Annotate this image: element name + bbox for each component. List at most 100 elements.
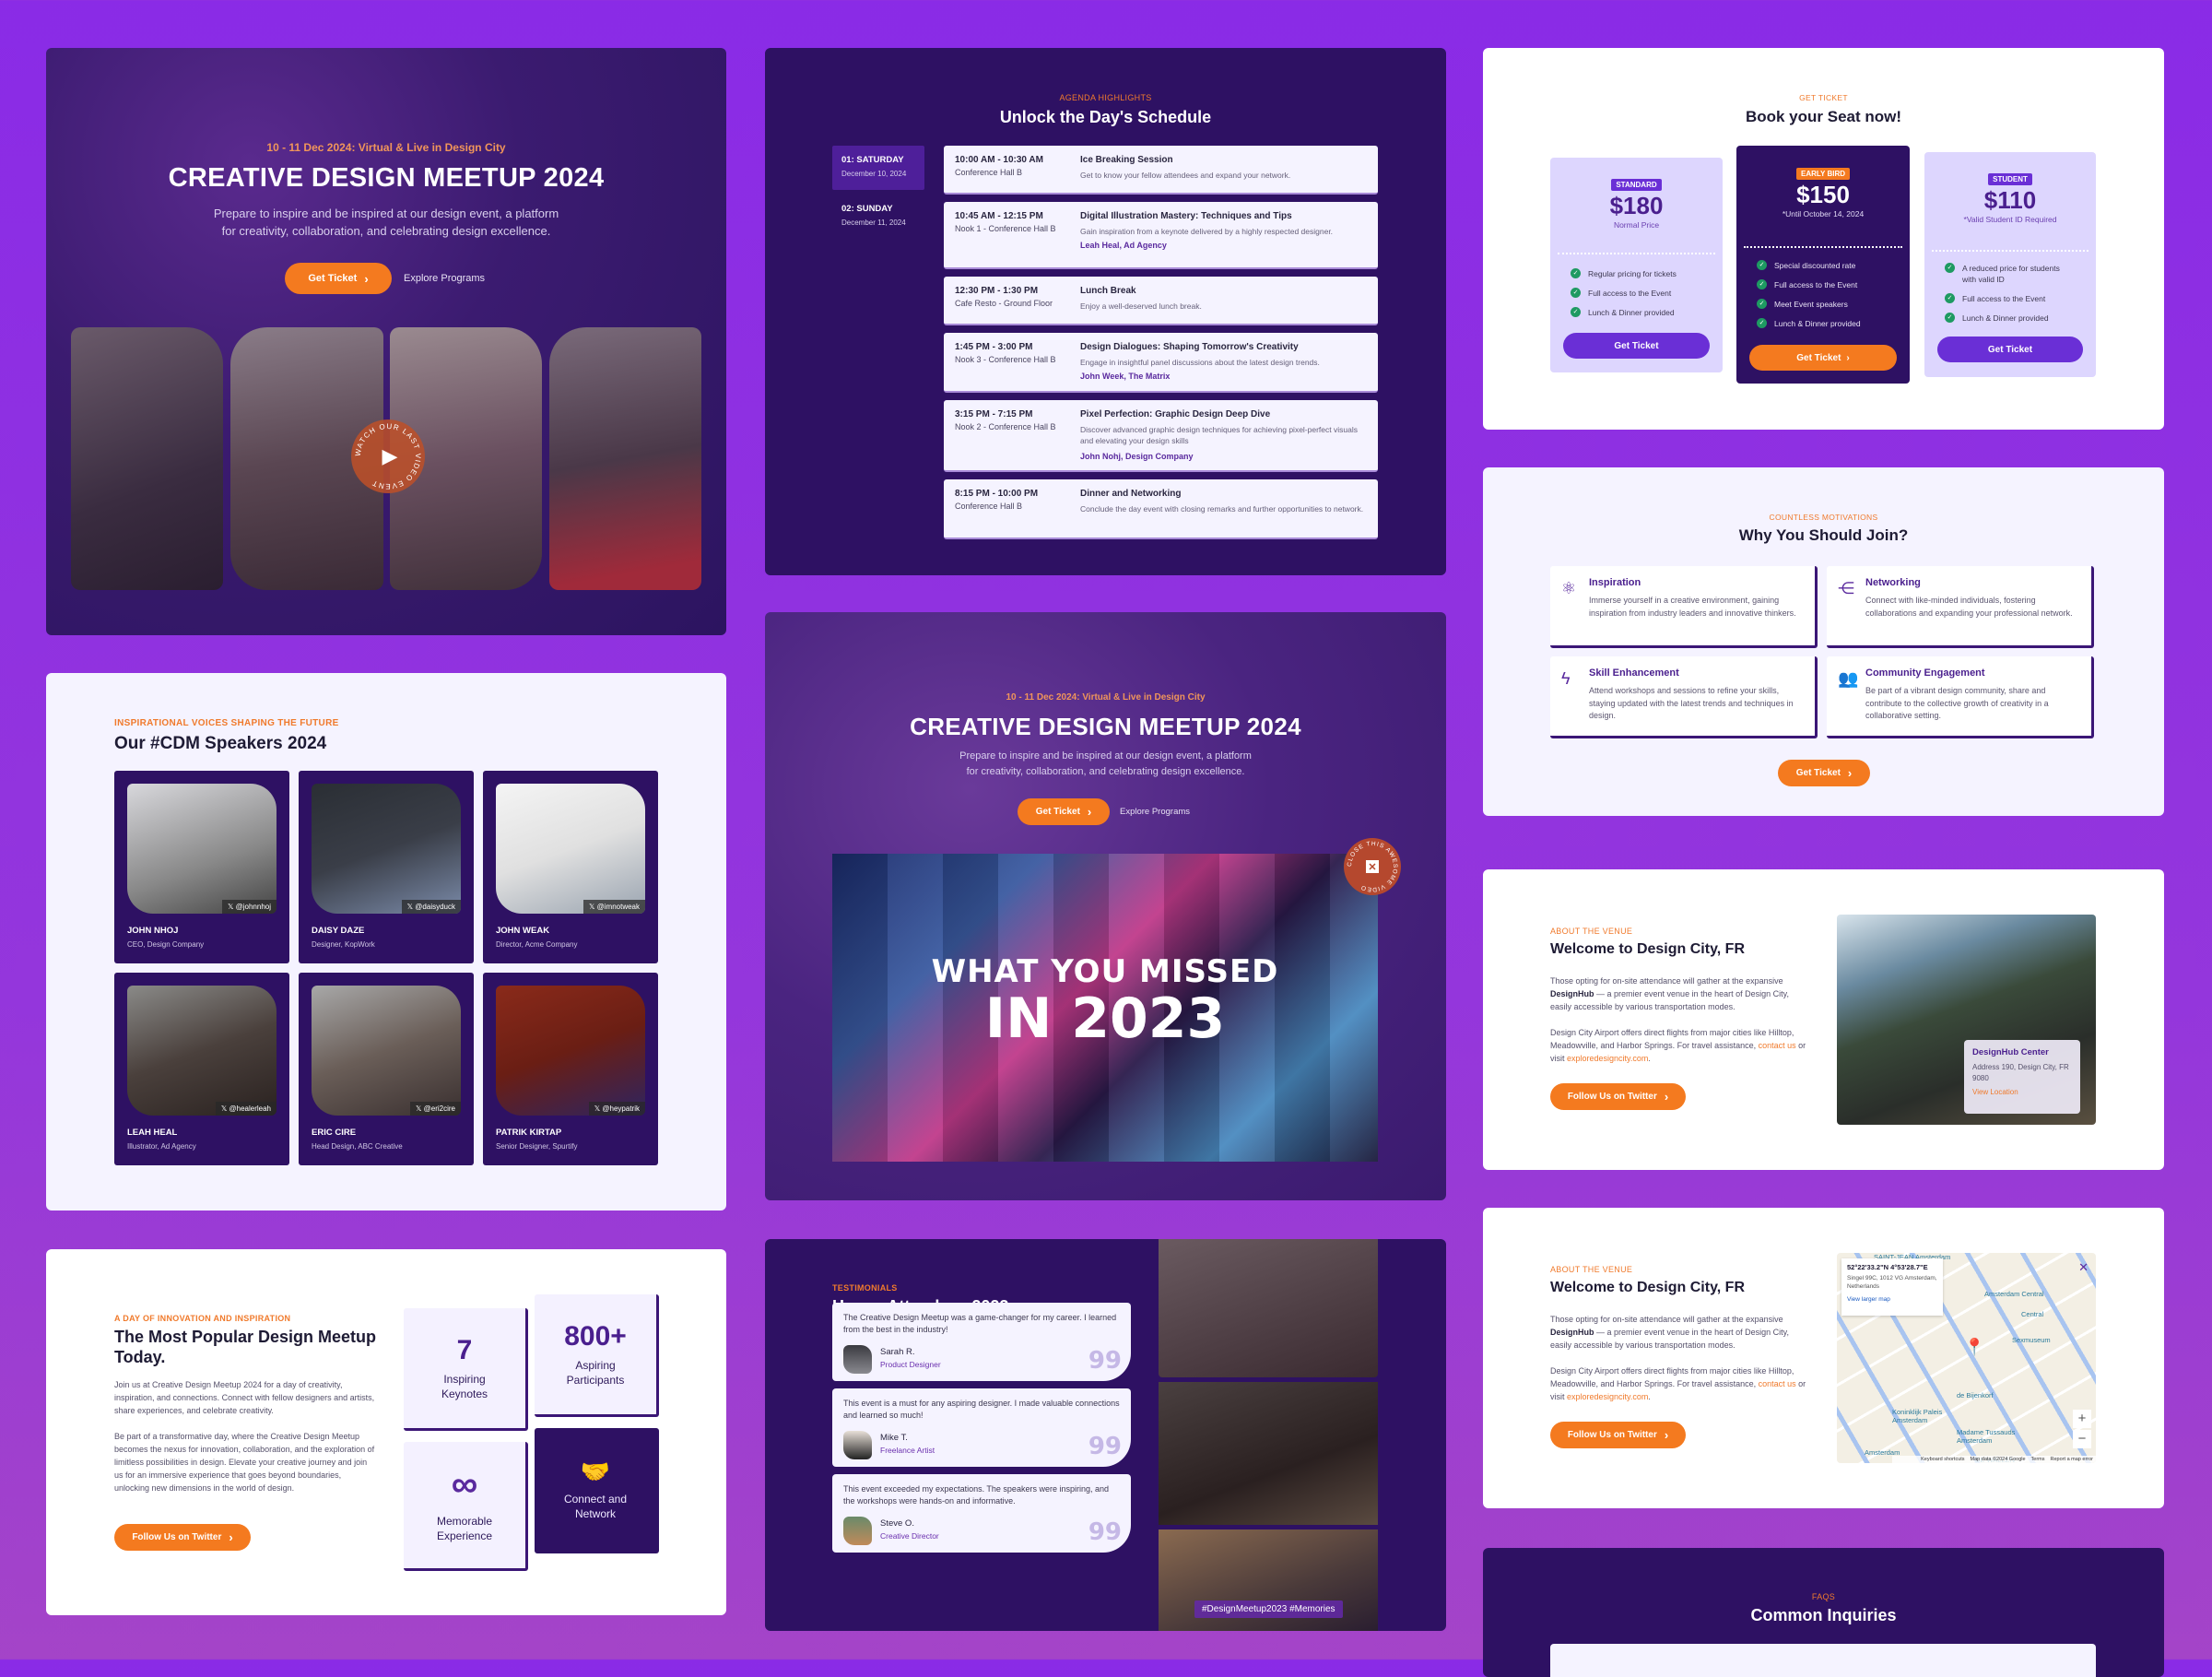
plan-features: ✓ Special discounted rate ✓ Full access to … (1736, 260, 1910, 337)
button-label: Get Ticket (1614, 340, 1659, 351)
plan-feature: ✓ A reduced price for students with valid… (1945, 263, 2076, 285)
hero-title: CREATIVE DESIGN MEETUP 2024 (910, 713, 1301, 740)
session-description: Discover advanced graphic design techniq… (1080, 425, 1358, 445)
testimonial-quote: This event is a must for any aspiring de… (843, 1399, 1120, 1420)
speaker-name: ERIC CIRE (312, 1128, 357, 1138)
plan-badge: EARLY BIRD (1795, 168, 1850, 180)
plan-feature: ✓ Full access to the Event (1757, 279, 1889, 290)
handle-text: @eri2cire (423, 1104, 455, 1113)
plan-feature: ✓ Full access to the Event (1945, 293, 2076, 304)
follow-twitter-button[interactable]: Follow Us on Twitter › (1550, 1422, 1686, 1448)
contact-us-link[interactable]: contact us (1759, 1041, 1796, 1050)
reason-description: Connect with like-minded individuals, fo… (1865, 596, 2073, 618)
plan-badge: STANDARD (1611, 179, 1662, 191)
reason-card: ϟ Skill Enhancement Attend workshops and… (1550, 656, 1818, 738)
map-footer-link[interactable]: Terms (2031, 1457, 2045, 1462)
speaker-name: DAISY DAZE (312, 926, 365, 936)
close-video-button[interactable]: CLOSE THIS AWESOME VIDEO ✕ (1344, 838, 1401, 895)
session-time: 10:45 AM - 12:15 PM (955, 211, 1043, 221)
handle-text: @imnotweak (596, 903, 640, 911)
get-ticket-button[interactable]: Get Ticket › (1018, 798, 1110, 825)
session-speaker[interactable]: Leah Heal, Ad Agency (1080, 241, 1167, 250)
speaker-card[interactable]: 𝕏 @imnotweak JOHN WEAK Director, Acme Co… (483, 771, 658, 963)
map-footer-link[interactable]: Map data ©2024 Google (1971, 1457, 2026, 1462)
video-player[interactable]: WHAT YOU MISSED IN 2023 (832, 854, 1378, 1162)
speaker-card[interactable]: 𝕏 @eri2cire ERIC CIRE Head Design, ABC C… (299, 973, 474, 1165)
chevron-right-icon: › (1087, 805, 1092, 819)
quote-icon: 99 (1088, 1433, 1122, 1460)
stat-network: 🤝 Connect and Network (535, 1428, 659, 1553)
day-label: 02: SUNDAY (841, 204, 893, 214)
session-row[interactable]: 12:30 PM - 1:30 PM Cafe Resto - Ground F… (944, 277, 1378, 325)
twitter-handle[interactable]: 𝕏 @imnotweak (582, 900, 645, 914)
day-tab[interactable]: 01: SATURDAY December 10, 2024 (832, 146, 924, 190)
reason-description: Immerse yourself in a creative environme… (1589, 596, 1796, 618)
get-ticket-button[interactable]: Get Ticket (1937, 337, 2083, 362)
map-footer-link[interactable]: Report a map error (2051, 1457, 2093, 1462)
speaker-name: JOHN NHOJ (127, 926, 179, 936)
view-location-link[interactable]: View Location (1972, 1088, 2072, 1096)
event-photo (549, 327, 701, 590)
button-label: Get Ticket (308, 273, 358, 284)
pricing-plan: STANDARD $180 Normal Price ✓ Regular pric… (1550, 158, 1723, 372)
explore-programs-link[interactable]: Explore Programs (1120, 807, 1190, 817)
about-eyebrow: A DAY OF INNOVATION AND INSPIRATION (114, 1314, 291, 1323)
stat-label: Inspiring Keynotes (441, 1373, 488, 1400)
session-row[interactable]: 10:00 AM - 10:30 AM Conference Hall B Ic… (944, 146, 1378, 195)
feature-text: Full access to the Event (1774, 280, 1858, 289)
community-icon: 👥 (1838, 669, 1859, 688)
watch-video-button[interactable]: WATCH OUR LAST VIDEO EVENT ▶ (351, 419, 425, 493)
twitter-handle[interactable]: 𝕏 @daisyduck (401, 900, 461, 914)
contact-us-link[interactable]: contact us (1759, 1379, 1796, 1388)
map-footer-link[interactable]: Keyboard shortcuts (1921, 1457, 1964, 1462)
get-ticket-button[interactable]: Get Ticket › (1778, 760, 1870, 786)
plan-feature: ✓ Regular pricing for tickets (1571, 268, 1702, 279)
speaker-role: Director, Acme Company (496, 940, 578, 949)
session-row[interactable]: 8:15 PM - 10:00 PM Conference Hall B Din… (944, 479, 1378, 539)
twitter-handle[interactable]: 𝕏 @johnnhoj (221, 900, 276, 914)
stat-value: 7 (456, 1335, 473, 1365)
session-row[interactable]: 3:15 PM - 7:15 PM Nook 2 - Conference Ha… (944, 400, 1378, 472)
venue-paragraph: Design City Airport offers direct flight… (1550, 1364, 1808, 1403)
follow-twitter-button[interactable]: Follow Us on Twitter › (1550, 1083, 1686, 1110)
map-pin-icon: 📍 (1964, 1338, 1985, 1356)
website-link[interactable]: exploredesigncity.com (1567, 1392, 1648, 1401)
embedded-map[interactable]: Amsterdam Central Central Sexmuseum de Bije… (1837, 1253, 2096, 1463)
day-tab[interactable]: 02: SUNDAY December 11, 2024 (832, 195, 924, 239)
stat-keynotes: 7 Inspiring Keynotes (404, 1308, 528, 1431)
zoom-out-button[interactable]: − (2073, 1430, 2091, 1448)
session-speaker[interactable]: John Week, The Matrix (1080, 372, 1170, 381)
speaker-card[interactable]: 𝕏 @johnnhoj JOHN NHOJ CEO, Design Compan… (114, 771, 289, 963)
watch-badge-text: WATCH OUR LAST VIDEO EVENT (354, 422, 421, 490)
faq-item[interactable] (1550, 1644, 2096, 1677)
session-description: Conclude the day event with closing rema… (1080, 504, 1364, 514)
get-ticket-button[interactable]: Get Ticket › (285, 263, 392, 294)
get-ticket-button[interactable]: Get Ticket (1563, 333, 1710, 359)
twitter-handle[interactable]: 𝕏 @eri2cire (409, 1102, 461, 1116)
view-larger-map-link[interactable]: View larger map (1847, 1296, 1937, 1303)
session-location: Nook 3 - Conference Hall B (955, 355, 1056, 364)
venue-title: Welcome to Design City, FR (1550, 941, 1745, 957)
speaker-card[interactable]: 𝕏 @heypatrik PATRIK KIRTAP Senior Design… (483, 973, 658, 1165)
venue-paragraph: Those opting for on-site attendance will… (1550, 974, 1808, 1013)
speaker-card[interactable]: 𝕏 @daisyduck DAISY DAZE Designer, KopWor… (299, 771, 474, 963)
speakers-eyebrow: INSPIRATIONAL VOICES SHAPING THE FUTURE (114, 718, 339, 728)
session-row[interactable]: 1:45 PM - 3:00 PM Nook 3 - Conference Ha… (944, 333, 1378, 393)
button-label: Get Ticket (1035, 807, 1080, 817)
get-ticket-button[interactable]: Get Ticket › (1749, 345, 1897, 371)
speaker-card[interactable]: 𝕏 @healerleah LEAH HEAL Illustrator, Ad … (114, 973, 289, 1165)
follow-twitter-button[interactable]: Follow Us on Twitter › (114, 1524, 251, 1551)
zoom-in-button[interactable]: + (2073, 1410, 2091, 1428)
close-icon[interactable]: ✕ (2078, 1260, 2088, 1275)
twitter-handle[interactable]: 𝕏 @healerleah (215, 1102, 276, 1116)
session-location: Cafe Resto - Ground Floor (955, 299, 1053, 308)
session-speaker[interactable]: John Nohj, Design Company (1080, 452, 1194, 461)
explore-programs-link[interactable]: Explore Programs (404, 273, 485, 284)
about-title: The Most Popular Design Meetup Today. (114, 1328, 377, 1366)
session-row[interactable]: 10:45 AM - 12:15 PM Nook 1 - Conference … (944, 202, 1378, 269)
testimonial-name: Steve O. (880, 1518, 914, 1529)
website-link[interactable]: exploredesigncity.com (1567, 1054, 1648, 1063)
session-title: Lunch Break (1080, 286, 1136, 296)
twitter-handle[interactable]: 𝕏 @heypatrik (588, 1102, 645, 1116)
session-time: 8:15 PM - 10:00 PM (955, 489, 1039, 499)
